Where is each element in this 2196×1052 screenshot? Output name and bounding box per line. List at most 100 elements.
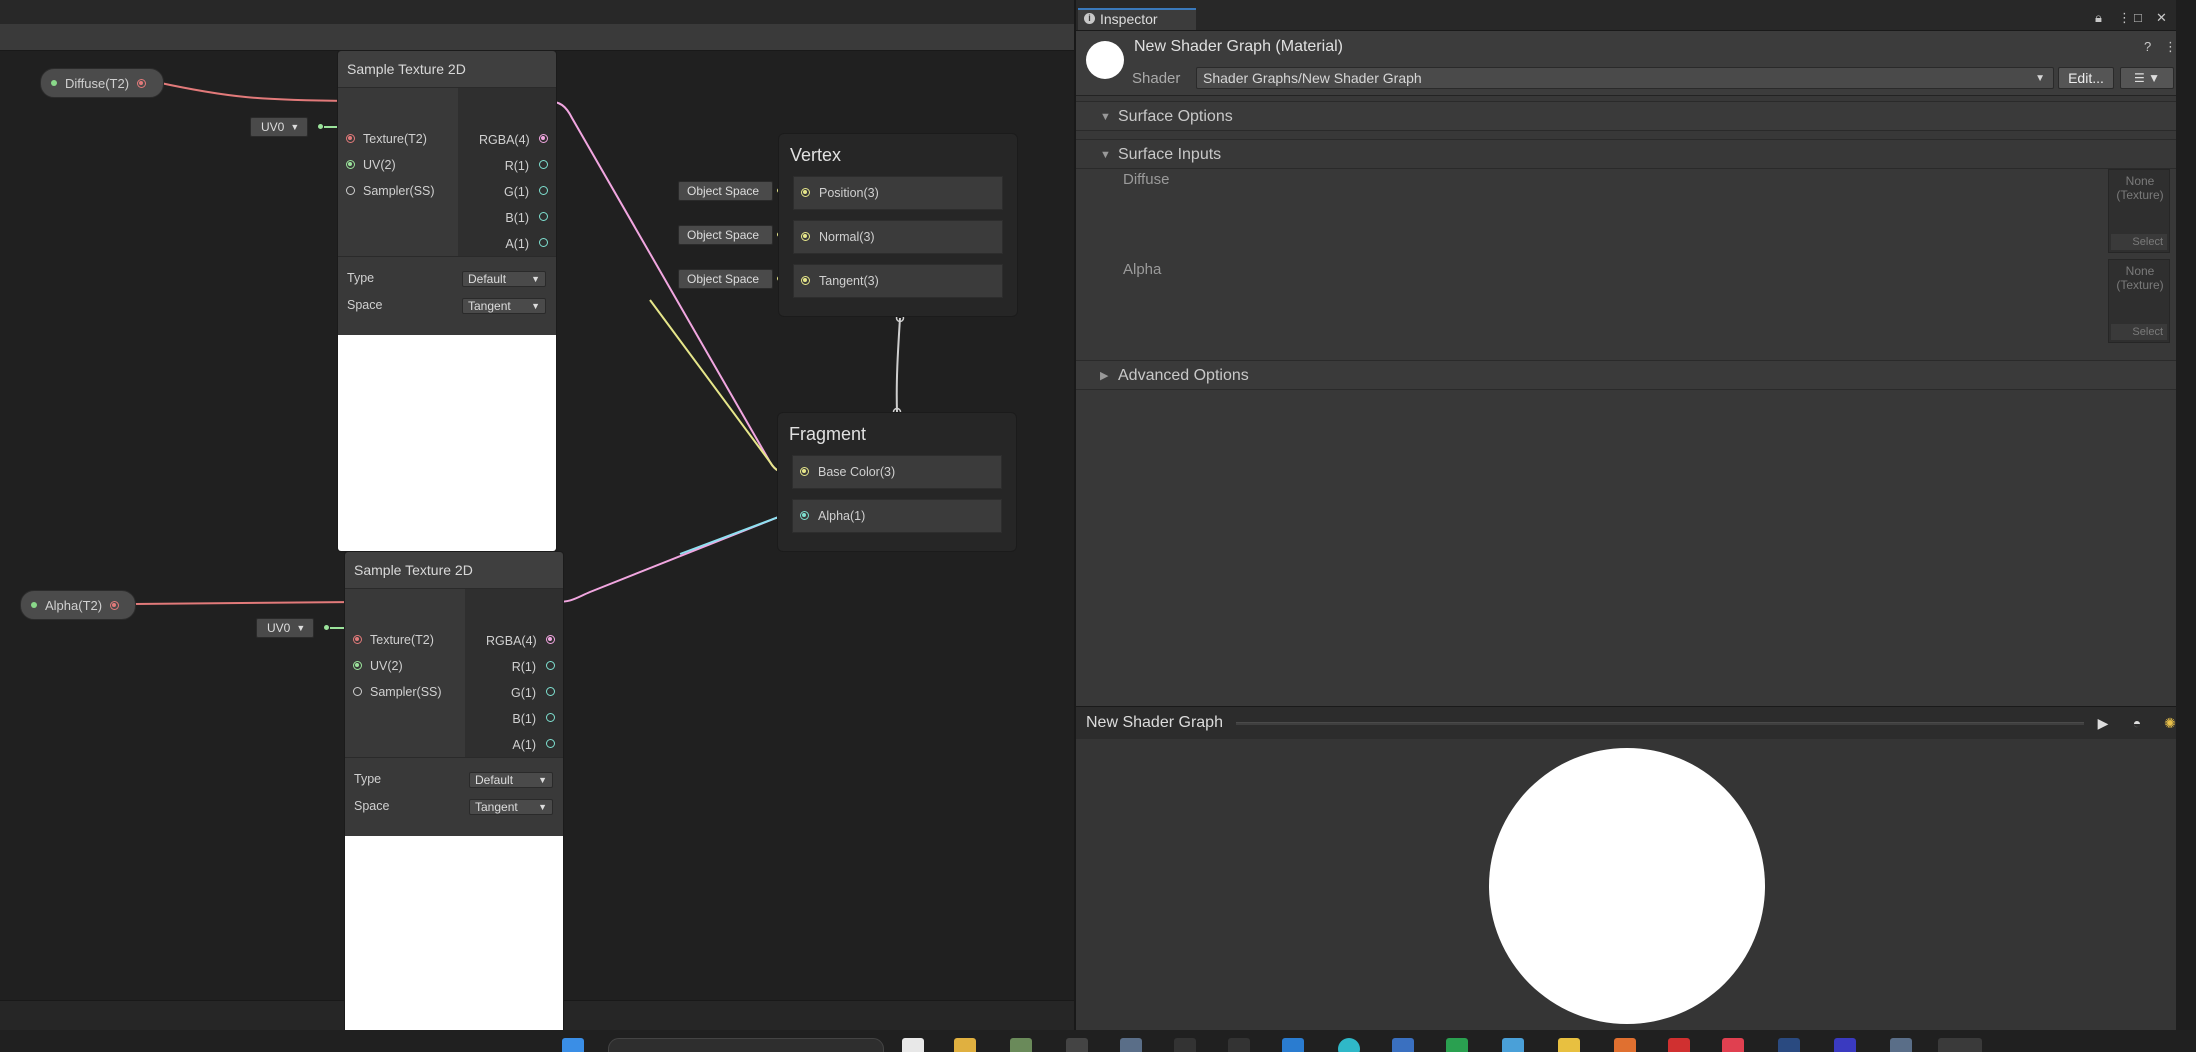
sampler-input-port[interactable]: [353, 687, 362, 696]
rgba-output-port[interactable]: [546, 635, 555, 644]
surface-inputs-foldout[interactable]: ▼ Surface Inputs: [1076, 139, 2178, 169]
advanced-options-foldout[interactable]: ▶ Advanced Options: [1076, 360, 2178, 390]
app-icon[interactable]: [1174, 1038, 1196, 1052]
app-icon[interactable]: [1722, 1038, 1744, 1052]
vector3-input-port[interactable]: [800, 467, 809, 476]
texture-input-port[interactable]: [353, 635, 362, 644]
alpha-texture-field[interactable]: None (Texture) Select: [2108, 259, 2170, 343]
sample-texture-2d-node[interactable]: Sample Texture 2D Texture(T2) UV(2) Samp…: [337, 50, 557, 552]
app-icon[interactable]: [1228, 1038, 1250, 1052]
r-output-port[interactable]: [539, 160, 548, 169]
surface-options-foldout[interactable]: ▼ Surface Options: [1076, 101, 2178, 131]
app-icon[interactable]: [902, 1038, 924, 1052]
app-icon[interactable]: [1668, 1038, 1690, 1052]
a-output-port[interactable]: [546, 739, 555, 748]
texture-none-text: None (Texture): [2116, 174, 2164, 202]
material-preview-area[interactable]: [1076, 739, 2178, 1030]
property-node-diffuse[interactable]: Diffuse(T2): [40, 68, 164, 98]
preview-drag-handle[interactable]: [1236, 722, 2084, 725]
vertex-slot-tangent[interactable]: Tangent(3): [793, 264, 1003, 298]
a-output-port[interactable]: [539, 238, 548, 247]
shader-graph-canvas[interactable]: Diffuse(T2) Alpha(T2) UV0 ▼ UV0 ▼ Sample T…: [0, 0, 1074, 1030]
active-app-icon[interactable]: [1938, 1038, 1982, 1052]
unity-hub-icon[interactable]: [1890, 1038, 1912, 1052]
browser-icon[interactable]: [1338, 1038, 1360, 1052]
folder-icon[interactable]: [954, 1038, 976, 1052]
lock-icon[interactable]: 🔒︎: [2095, 10, 2102, 26]
object-space-dropdown[interactable]: Object Space: [678, 225, 773, 245]
mail-icon[interactable]: [1392, 1038, 1414, 1052]
uv-port-dot: [324, 625, 329, 630]
vertex-context[interactable]: Vertex Position(3) Normal(3) Tangent(3): [778, 133, 1018, 317]
app-icon[interactable]: [1558, 1038, 1580, 1052]
b-output-port[interactable]: [546, 713, 555, 722]
start-icon[interactable]: [562, 1038, 584, 1052]
play-icon[interactable]: ▶: [2094, 714, 2112, 732]
g-output-port[interactable]: [539, 186, 548, 195]
app-icon[interactable]: [1502, 1038, 1524, 1052]
port-label: UV(2): [370, 659, 403, 673]
vertex-slot-normal[interactable]: Normal(3): [793, 220, 1003, 254]
type-dropdown[interactable]: Default ▼: [462, 271, 546, 287]
app-icon[interactable]: [1614, 1038, 1636, 1052]
dropdown-arrow-icon: ▼: [531, 274, 540, 284]
preview-mesh-icon[interactable]: ◓: [2128, 714, 2146, 732]
shader-options-button[interactable]: ☰ ▼: [2120, 67, 2174, 89]
object-space-dropdown[interactable]: Object Space: [678, 269, 773, 289]
edit-shader-button[interactable]: Edit...: [2058, 67, 2114, 89]
texture-output-port[interactable]: [110, 600, 120, 610]
port-label: RGBA(4): [479, 133, 530, 147]
maximize-icon[interactable]: □: [2134, 10, 2142, 25]
fragment-slot-alpha[interactable]: Alpha(1): [792, 499, 1002, 533]
g-output-port[interactable]: [546, 687, 555, 696]
info-icon: i: [1084, 13, 1095, 24]
texture-output-port[interactable]: [137, 78, 147, 88]
vscode-icon[interactable]: [1282, 1038, 1304, 1052]
vertex-slot-position[interactable]: Position(3): [793, 176, 1003, 210]
port-label: B(1): [512, 712, 536, 726]
object-space-dropdown[interactable]: Object Space: [678, 181, 773, 201]
texture-input-port[interactable]: [346, 134, 355, 143]
space-dropdown[interactable]: Tangent ▼: [462, 298, 546, 314]
space-dropdown[interactable]: Tangent ▼: [469, 799, 553, 815]
fragment-slot-base-color[interactable]: Base Color(3): [792, 455, 1002, 489]
sampler-input-port[interactable]: [346, 186, 355, 195]
uv-channel-dropdown[interactable]: UV0 ▼: [256, 618, 314, 638]
slot-label: Position(3): [819, 186, 879, 200]
app-icon[interactable]: [1066, 1038, 1088, 1052]
app-icon[interactable]: [1446, 1038, 1468, 1052]
type-dropdown[interactable]: Default ▼: [469, 772, 553, 788]
uv-input-port[interactable]: [353, 661, 362, 670]
close-icon[interactable]: ✕: [2156, 10, 2167, 26]
texture-select-button[interactable]: Select: [2111, 234, 2167, 250]
unity-icon[interactable]: [1120, 1038, 1142, 1052]
texture-select-button[interactable]: Select: [2111, 324, 2167, 340]
help-icon[interactable]: ?: [2144, 39, 2151, 54]
more-options-icon[interactable]: ⋮: [2118, 10, 2131, 26]
fragment-context[interactable]: Fragment Base Color(3) Alpha(1): [777, 412, 1017, 552]
vector3-input-port[interactable]: [801, 276, 810, 285]
inspector-tab[interactable]: i Inspector: [1078, 8, 1196, 30]
slot-label: Alpha(1): [818, 509, 866, 523]
preview-header[interactable]: New Shader Graph ▶ ◓ ✺ ◒▾: [1076, 706, 2178, 740]
rgba-output-port[interactable]: [539, 134, 548, 143]
float-input-port[interactable]: [800, 511, 809, 520]
search-box[interactable]: [608, 1038, 884, 1052]
vector3-input-port[interactable]: [801, 232, 810, 241]
wire-rgba-to-alpha: [555, 515, 791, 603]
uv-input-port[interactable]: [346, 160, 355, 169]
vector3-input-port[interactable]: [801, 188, 810, 197]
diffuse-texture-field[interactable]: None (Texture) Select: [2108, 169, 2170, 253]
r-output-port[interactable]: [546, 661, 555, 670]
app-icon[interactable]: [1778, 1038, 1800, 1052]
shader-dropdown[interactable]: Shader Graphs/New Shader Graph ▼: [1196, 67, 2054, 89]
wire-alpha-texture: [133, 601, 357, 605]
sample-texture-2d-node[interactable]: Sample Texture 2D Texture(T2) UV(2) Samp…: [344, 551, 564, 1030]
foldout-expanded-icon: ▼: [1100, 111, 1111, 123]
property-node-alpha[interactable]: Alpha(T2): [20, 590, 136, 620]
node-ports: Texture(T2) UV(2) Sampler(SS) RGBA(4) R(…: [345, 589, 563, 757]
app-icon[interactable]: [1010, 1038, 1032, 1052]
b-output-port[interactable]: [539, 212, 548, 221]
uv-channel-dropdown[interactable]: UV0 ▼: [250, 117, 308, 137]
app-icon[interactable]: [1834, 1038, 1856, 1052]
